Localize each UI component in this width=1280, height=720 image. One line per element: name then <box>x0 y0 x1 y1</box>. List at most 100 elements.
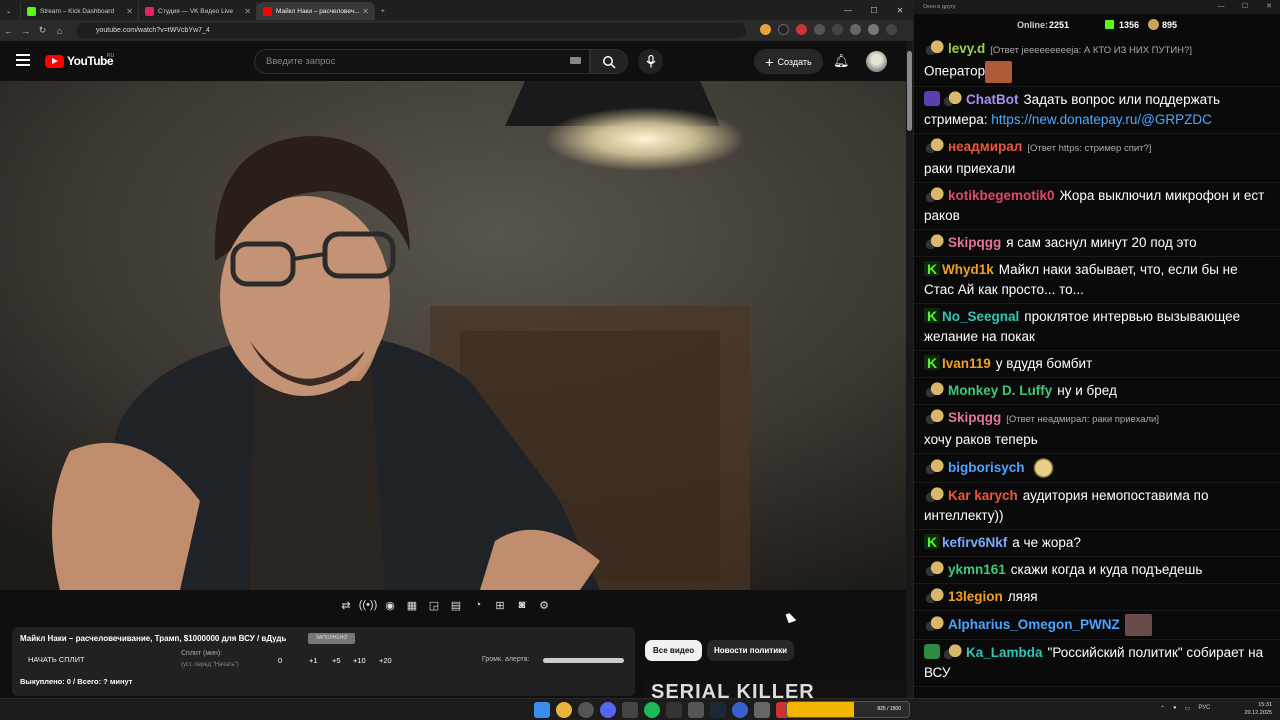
chip-politics-news[interactable]: Новости политики <box>707 640 795 661</box>
chat-username[interactable]: bigborisych <box>948 460 1025 475</box>
add-1-button[interactable]: +1 <box>309 656 318 665</box>
app-icon[interactable] <box>578 702 594 718</box>
chat-messages[interactable]: levy.d [Ответ јеееееееееја: А КТО ИЗ НИХ … <box>914 36 1280 690</box>
search-button[interactable] <box>590 49 628 74</box>
chat-username[interactable]: Kar karych <box>948 488 1018 503</box>
add-frame-icon[interactable]: ⊞ <box>492 597 508 613</box>
close-tab-icon[interactable]: ✕ <box>126 7 133 16</box>
split-minutes-value[interactable]: 0 <box>278 656 282 665</box>
app-icon[interactable] <box>732 702 748 718</box>
loop-icon[interactable]: ⇄ <box>338 597 354 613</box>
chat-username[interactable]: Ka_Lambda <box>966 645 1043 660</box>
minimize-icon[interactable]: — <box>835 0 861 20</box>
menu-icon[interactable] <box>16 54 30 66</box>
app-icon[interactable] <box>622 702 638 718</box>
language-indicator[interactable]: РУС <box>1198 705 1210 712</box>
create-button[interactable]: + Создать <box>754 49 823 74</box>
add-10-button[interactable]: +10 <box>353 656 366 665</box>
youtube-logo[interactable]: YouTube RU <box>45 53 114 68</box>
add-20-button[interactable]: +20 <box>379 656 392 665</box>
extension-icon[interactable] <box>778 24 789 35</box>
maximize-icon[interactable]: ☐ <box>861 0 887 20</box>
chat-username[interactable]: Whyd1k <box>942 262 994 277</box>
chat-link[interactable]: https://new.donatepay.ru/@GRPZDC <box>991 112 1212 127</box>
tab-vk-studio[interactable]: Студия — VK Видео Live ✕ <box>139 2 257 20</box>
steam-icon[interactable] <box>710 702 726 718</box>
extension-icon[interactable] <box>796 24 807 35</box>
menu-dots-icon[interactable] <box>886 24 897 35</box>
chat-username[interactable]: ykmn161 <box>948 562 1006 577</box>
back-icon[interactable]: ← <box>0 26 17 36</box>
spotify-icon[interactable] <box>644 702 660 718</box>
obs-icon[interactable] <box>666 702 682 718</box>
picture-in-picture-icon[interactable]: ◲ <box>426 597 442 613</box>
minimize-icon[interactable]: — <box>1209 0 1233 14</box>
profile-icon[interactable] <box>868 24 879 35</box>
kick-icon <box>1105 20 1114 29</box>
clapper-icon[interactable]: ▦ <box>404 597 420 613</box>
tab-menu-button[interactable]: ⌄ <box>0 2 21 20</box>
tab-youtube-video[interactable]: Майкл Наки – расчеловеч... ✕ <box>257 2 375 20</box>
app-icon[interactable] <box>688 702 704 718</box>
new-tab-button[interactable]: + <box>375 2 395 20</box>
forward-icon[interactable]: → <box>17 26 34 36</box>
recommended-thumbnail[interactable]: SERIAL KILLER <box>645 680 906 698</box>
maximize-icon[interactable]: ☐ <box>1233 0 1257 14</box>
download-icon[interactable] <box>850 24 861 35</box>
chat-username[interactable]: неадмирал <box>948 139 1022 154</box>
clock[interactable]: 15:31 20.12.2025 <box>1244 701 1272 717</box>
close-window-icon[interactable]: ✕ <box>887 0 913 20</box>
camera-icon[interactable]: ◙ <box>514 597 530 613</box>
mic-tray-icon[interactable]: ● <box>1173 705 1177 712</box>
chat-message: ykmn161 скажи когда и куда подъедешь <box>914 557 1280 584</box>
chat-username[interactable]: levy.d <box>948 41 985 56</box>
video-player[interactable] <box>0 81 907 590</box>
close-tab-icon[interactable]: ✕ <box>244 7 251 16</box>
page-scrollbar[interactable] <box>906 41 913 698</box>
chat-username[interactable]: Monkey D. Luffy <box>948 383 1052 398</box>
chat-username[interactable]: Skipqgg <box>948 235 1001 250</box>
broadcast-icon[interactable]: ((•)) <box>359 597 378 613</box>
eye-icon[interactable]: ◉ <box>382 597 398 613</box>
start-split-button[interactable]: НАЧАТЬ СПЛИТ <box>28 655 85 664</box>
close-window-icon[interactable]: ✕ <box>1257 0 1280 14</box>
sidebar-icon[interactable] <box>832 24 843 35</box>
chat-username[interactable]: kotikbegemotik0 <box>948 188 1055 203</box>
discord-icon[interactable] <box>600 702 616 718</box>
lamp-light <box>545 107 745 171</box>
chat-username[interactable]: 13legion <box>948 589 1003 604</box>
chat-username[interactable]: kefirv6Nkf <box>942 535 1007 550</box>
chrome-icon[interactable] <box>556 702 572 718</box>
chat-username[interactable]: ChatBot <box>966 92 1019 107</box>
windows-start-icon[interactable] <box>534 702 550 718</box>
chevron-up-icon[interactable]: ⌃ <box>1160 705 1165 712</box>
chat-message-text: Оператор <box>924 63 986 79</box>
reload-icon[interactable]: ↻ <box>34 25 51 36</box>
bell-icon[interactable]: 🔔︎ <box>833 53 850 69</box>
speed-icon[interactable]: ◔ <box>470 597 486 613</box>
url-field[interactable]: youtube.com/watch?v=tWVcbYw7_4 <box>76 23 746 38</box>
mic-button[interactable] <box>638 49 663 74</box>
tab-kick-dashboard[interactable]: Stream – Kick Dashboard ✕ <box>21 2 139 20</box>
gear-icon[interactable]: ⚙ <box>536 597 552 613</box>
keyboard-icon[interactable] <box>570 57 581 64</box>
puzzle-icon[interactable] <box>814 24 825 35</box>
chat-username[interactable]: Skipqgg <box>948 410 1001 425</box>
extension-icon[interactable] <box>760 24 771 35</box>
scrollbar-thumb[interactable] <box>907 51 912 131</box>
alert-volume-slider[interactable] <box>543 658 624 663</box>
close-tab-icon[interactable]: ✕ <box>362 7 369 16</box>
avatar[interactable] <box>866 51 887 72</box>
chat-username[interactable]: Alpharius_Omegon_PWNZ <box>948 617 1120 632</box>
display-tray-icon[interactable]: ▭ <box>1185 705 1191 712</box>
app-icon[interactable] <box>754 702 770 718</box>
home-icon[interactable]: ⌂ <box>51 26 68 36</box>
add-5-button[interactable]: +5 <box>332 656 341 665</box>
subtitles-icon[interactable]: ▤ <box>448 597 464 613</box>
windows-taskbar: 825 / 1500 ⌃ ● ▭ РУС 15:31 20.12.2025 <box>0 698 1280 720</box>
chat-username[interactable]: Ivan119 <box>942 356 991 371</box>
chat-username[interactable]: No_Seegnal <box>942 309 1019 324</box>
chat-message: kotikbegemotik0 Жора выключил микрофон и … <box>914 183 1280 230</box>
search-input[interactable]: Введите запрос <box>254 49 590 74</box>
chip-all-videos[interactable]: Все видео <box>645 640 703 661</box>
